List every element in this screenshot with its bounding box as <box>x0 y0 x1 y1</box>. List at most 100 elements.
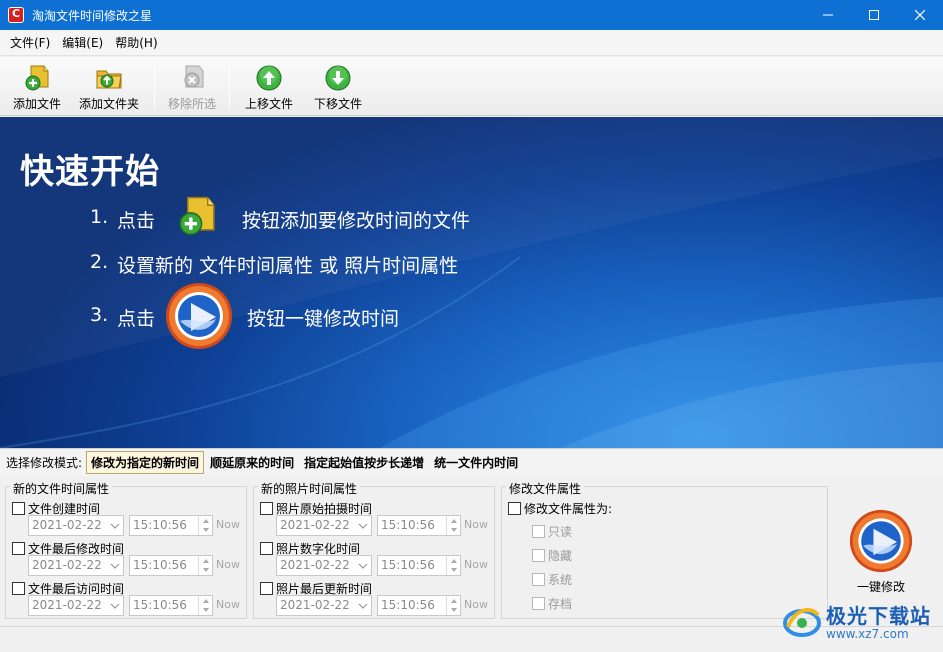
photo-digitized-checkbox[interactable] <box>260 542 273 555</box>
step1-text-b: 按钮添加要修改时间的文件 <box>242 210 471 232</box>
toolbar-separator <box>154 62 155 110</box>
time-spinner[interactable] <box>198 596 212 615</box>
file-time-group: 新的文件时间属性 文件创建时间 2021-02-22 15:10:56 Now … <box>5 480 247 619</box>
photo-digitized-time-input[interactable]: 15:10:56 <box>377 555 461 576</box>
time-spinner[interactable] <box>446 516 460 535</box>
time-spinner[interactable] <box>198 556 212 575</box>
remove-selected-label: 移除所选 <box>167 97 216 111</box>
attr-readonly-checkbox[interactable] <box>532 525 545 538</box>
minimize-button[interactable] <box>805 0 851 30</box>
arrow-down-icon <box>325 65 351 91</box>
file-modified-date-picker[interactable]: 2021-02-22 <box>28 555 124 576</box>
modify-attributes-row[interactable]: 修改文件属性为: <box>508 500 612 517</box>
move-up-button[interactable]: 上移文件 <box>236 57 302 115</box>
photo-taken-now-button[interactable]: Now <box>464 518 488 531</box>
menu-bar: 文件(F) 编辑(E) 帮助(H) <box>0 30 943 56</box>
attr-archive-row[interactable]: 存档 <box>532 595 572 612</box>
close-icon <box>915 10 925 20</box>
attr-archive-checkbox[interactable] <box>532 597 545 610</box>
photo-taken-time-input[interactable]: 15:10:56 <box>377 515 461 536</box>
chevron-down-icon <box>358 603 368 609</box>
remove-selected-button[interactable]: 移除所选 <box>161 57 223 115</box>
title-bar: 淘淘文件时间修改之星 <box>0 0 943 30</box>
chevron-down-icon <box>358 523 368 529</box>
menu-help[interactable]: 帮助(H) <box>109 32 163 54</box>
menu-file[interactable]: 文件(F) <box>4 32 56 54</box>
file-accessed-time-input[interactable]: 15:10:56 <box>129 595 213 616</box>
photo-taken-checkbox[interactable] <box>260 502 273 515</box>
file-accessed-now-button[interactable]: Now <box>216 598 240 611</box>
file-accessed-date-picker[interactable]: 2021-02-22 <box>28 595 124 616</box>
watermark: 极光下载站 www.xz7.com <box>782 600 931 641</box>
file-created-time-input[interactable]: 15:10:56 <box>129 515 213 536</box>
file-accessed-checkbox[interactable] <box>12 582 25 595</box>
photo-digitized-date-picker[interactable]: 2021-02-22 <box>276 555 372 576</box>
file-modified-now-button[interactable]: Now <box>216 558 240 571</box>
step3-number: 3. <box>90 304 109 326</box>
add-folder-button[interactable]: 添加文件夹 <box>70 57 148 115</box>
tab-step-increment[interactable]: 指定起始值按步长递增 <box>300 452 428 473</box>
file-created-checkbox[interactable] <box>12 502 25 515</box>
attr-hidden-checkbox[interactable] <box>532 549 545 562</box>
one-click-modify-button[interactable]: 一键修改 <box>848 508 914 595</box>
file-modified-checkbox[interactable] <box>12 542 25 555</box>
window-title: 淘淘文件时间修改之星 <box>32 8 153 23</box>
file-modified-date: 2021-02-22 <box>32 558 102 572</box>
file-modified-time: 15:10:56 <box>133 558 187 572</box>
mode-label: 选择修改模式: <box>6 456 83 470</box>
file-time-group-title: 新的文件时间属性 <box>10 480 113 497</box>
photo-updated-time-input[interactable]: 15:10:56 <box>377 595 461 616</box>
photo-updated-checkbox[interactable] <box>260 582 273 595</box>
attr-system-label: 系统 <box>548 573 573 587</box>
photo-digitized-time: 15:10:56 <box>381 558 435 572</box>
time-spinner[interactable] <box>446 596 460 615</box>
chevron-down-icon <box>110 563 120 569</box>
attr-hidden-label: 隐藏 <box>548 549 573 563</box>
file-modified-time-input[interactable]: 15:10:56 <box>129 555 213 576</box>
menu-edit[interactable]: 编辑(E) <box>56 32 109 54</box>
modify-attributes-label: 修改文件属性为: <box>524 502 613 516</box>
photo-taken-date-picker[interactable]: 2021-02-22 <box>276 515 372 536</box>
attr-system-checkbox[interactable] <box>532 573 545 586</box>
photo-digitized-now-button[interactable]: Now <box>464 558 488 571</box>
one-click-icon <box>849 509 913 573</box>
attr-readonly-row[interactable]: 只读 <box>532 523 572 540</box>
add-file-button[interactable]: 添加文件 <box>4 57 70 115</box>
remove-icon <box>184 65 204 88</box>
move-down-button[interactable]: 下移文件 <box>302 57 374 115</box>
time-spinner[interactable] <box>446 556 460 575</box>
step2-number: 2. <box>90 251 109 273</box>
add-file-label: 添加文件 <box>12 97 61 111</box>
file-created-time: 15:10:56 <box>133 518 187 532</box>
tab-set-new-time[interactable]: 修改为指定的新时间 <box>86 451 205 474</box>
attr-system-row[interactable]: 系统 <box>532 571 572 588</box>
maximize-button[interactable] <box>851 0 897 30</box>
watermark-url: www.xz7.com <box>826 627 909 641</box>
photo-updated-date-picker[interactable]: 2021-02-22 <box>276 595 372 616</box>
file-created-date-picker[interactable]: 2021-02-22 <box>28 515 124 536</box>
photo-time-group: 新的照片时间属性 照片原始拍摄时间 2021-02-22 15:10:56 No… <box>253 480 495 619</box>
photo-digitized-date: 2021-02-22 <box>280 558 350 572</box>
mode-bar: 选择修改模式: 修改为指定的新时间 顺延原来的时间 指定起始值按步长递增 统一文… <box>0 448 943 476</box>
photo-taken-time: 15:10:56 <box>381 518 435 532</box>
tab-unify-time[interactable]: 统一文件内时间 <box>430 452 522 473</box>
step2-text: 设置新的 文件时间属性 或 照片时间属性 <box>117 255 459 277</box>
chevron-down-icon <box>358 563 368 569</box>
one-click-large-icon <box>166 283 232 349</box>
move-down-label: 下移文件 <box>313 97 362 111</box>
attr-hidden-row[interactable]: 隐藏 <box>532 547 572 564</box>
chevron-down-icon <box>110 603 120 609</box>
attributes-group-title: 修改文件属性 <box>506 480 585 497</box>
add-file-large-icon <box>179 196 215 236</box>
file-accessed-date: 2021-02-22 <box>32 598 102 612</box>
tab-shift-time[interactable]: 顺延原来的时间 <box>206 452 298 473</box>
photo-updated-now-button[interactable]: Now <box>464 598 488 611</box>
app-icon <box>8 7 24 23</box>
watermark-logo-icon <box>783 607 821 637</box>
toolbar: 添加文件 添加文件夹 移除所选 上移文件 下移文件 <box>0 57 943 116</box>
modify-attributes-checkbox[interactable] <box>508 502 521 515</box>
time-spinner[interactable] <box>198 516 212 535</box>
file-created-now-button[interactable]: Now <box>216 518 240 531</box>
close-button[interactable] <box>897 0 943 30</box>
chevron-down-icon <box>110 523 120 529</box>
